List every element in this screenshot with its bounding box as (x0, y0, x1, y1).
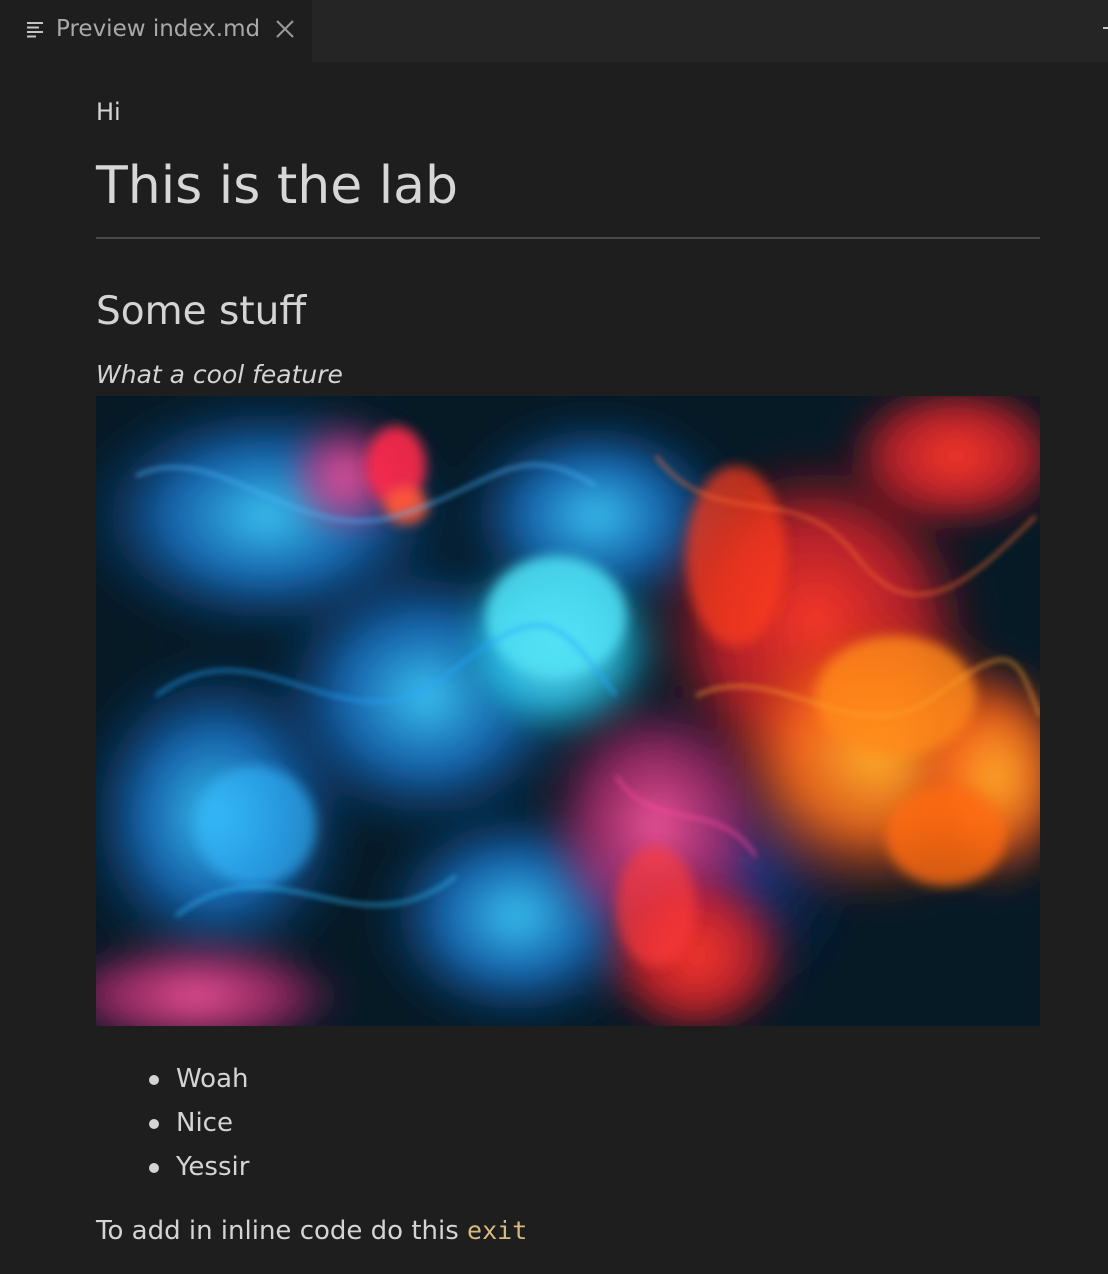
bullet-icon (149, 1119, 159, 1129)
list-item: Nice (96, 1106, 249, 1150)
preview-lines-icon (27, 22, 43, 38)
tab-preview-index-md[interactable]: Preview index.md (0, 0, 312, 62)
emphasis-text: What a cool feature (96, 360, 343, 389)
inline-code-paragraph: To add in inline code do this exit (96, 1214, 527, 1248)
ink-in-water-image (96, 396, 1040, 1026)
bullet-icon (149, 1163, 159, 1173)
bullet-icon (149, 1075, 159, 1085)
list-item: Woah (96, 1062, 249, 1106)
bullet-list: Woah Nice Yessir (96, 1062, 249, 1194)
tab-label: Preview index.md (56, 16, 261, 42)
inline-code: exit (467, 1216, 528, 1245)
more-actions-icon[interactable] (1102, 24, 1108, 32)
heading-1: This is the lab (96, 156, 459, 216)
list-item-text: Woah (176, 1064, 249, 1094)
list-item: Yessir (96, 1150, 249, 1194)
list-item-text: Yessir (176, 1152, 250, 1182)
editor-tab-bar: Preview index.md (0, 0, 1108, 62)
list-item-text: Nice (176, 1108, 233, 1138)
heading-2: Some stuff (96, 289, 307, 334)
heading-divider (96, 237, 1040, 239)
inline-code-prefix: To add in inline code do this (96, 1216, 468, 1246)
paragraph-hi: Hi (96, 98, 121, 126)
close-icon[interactable] (274, 18, 296, 40)
